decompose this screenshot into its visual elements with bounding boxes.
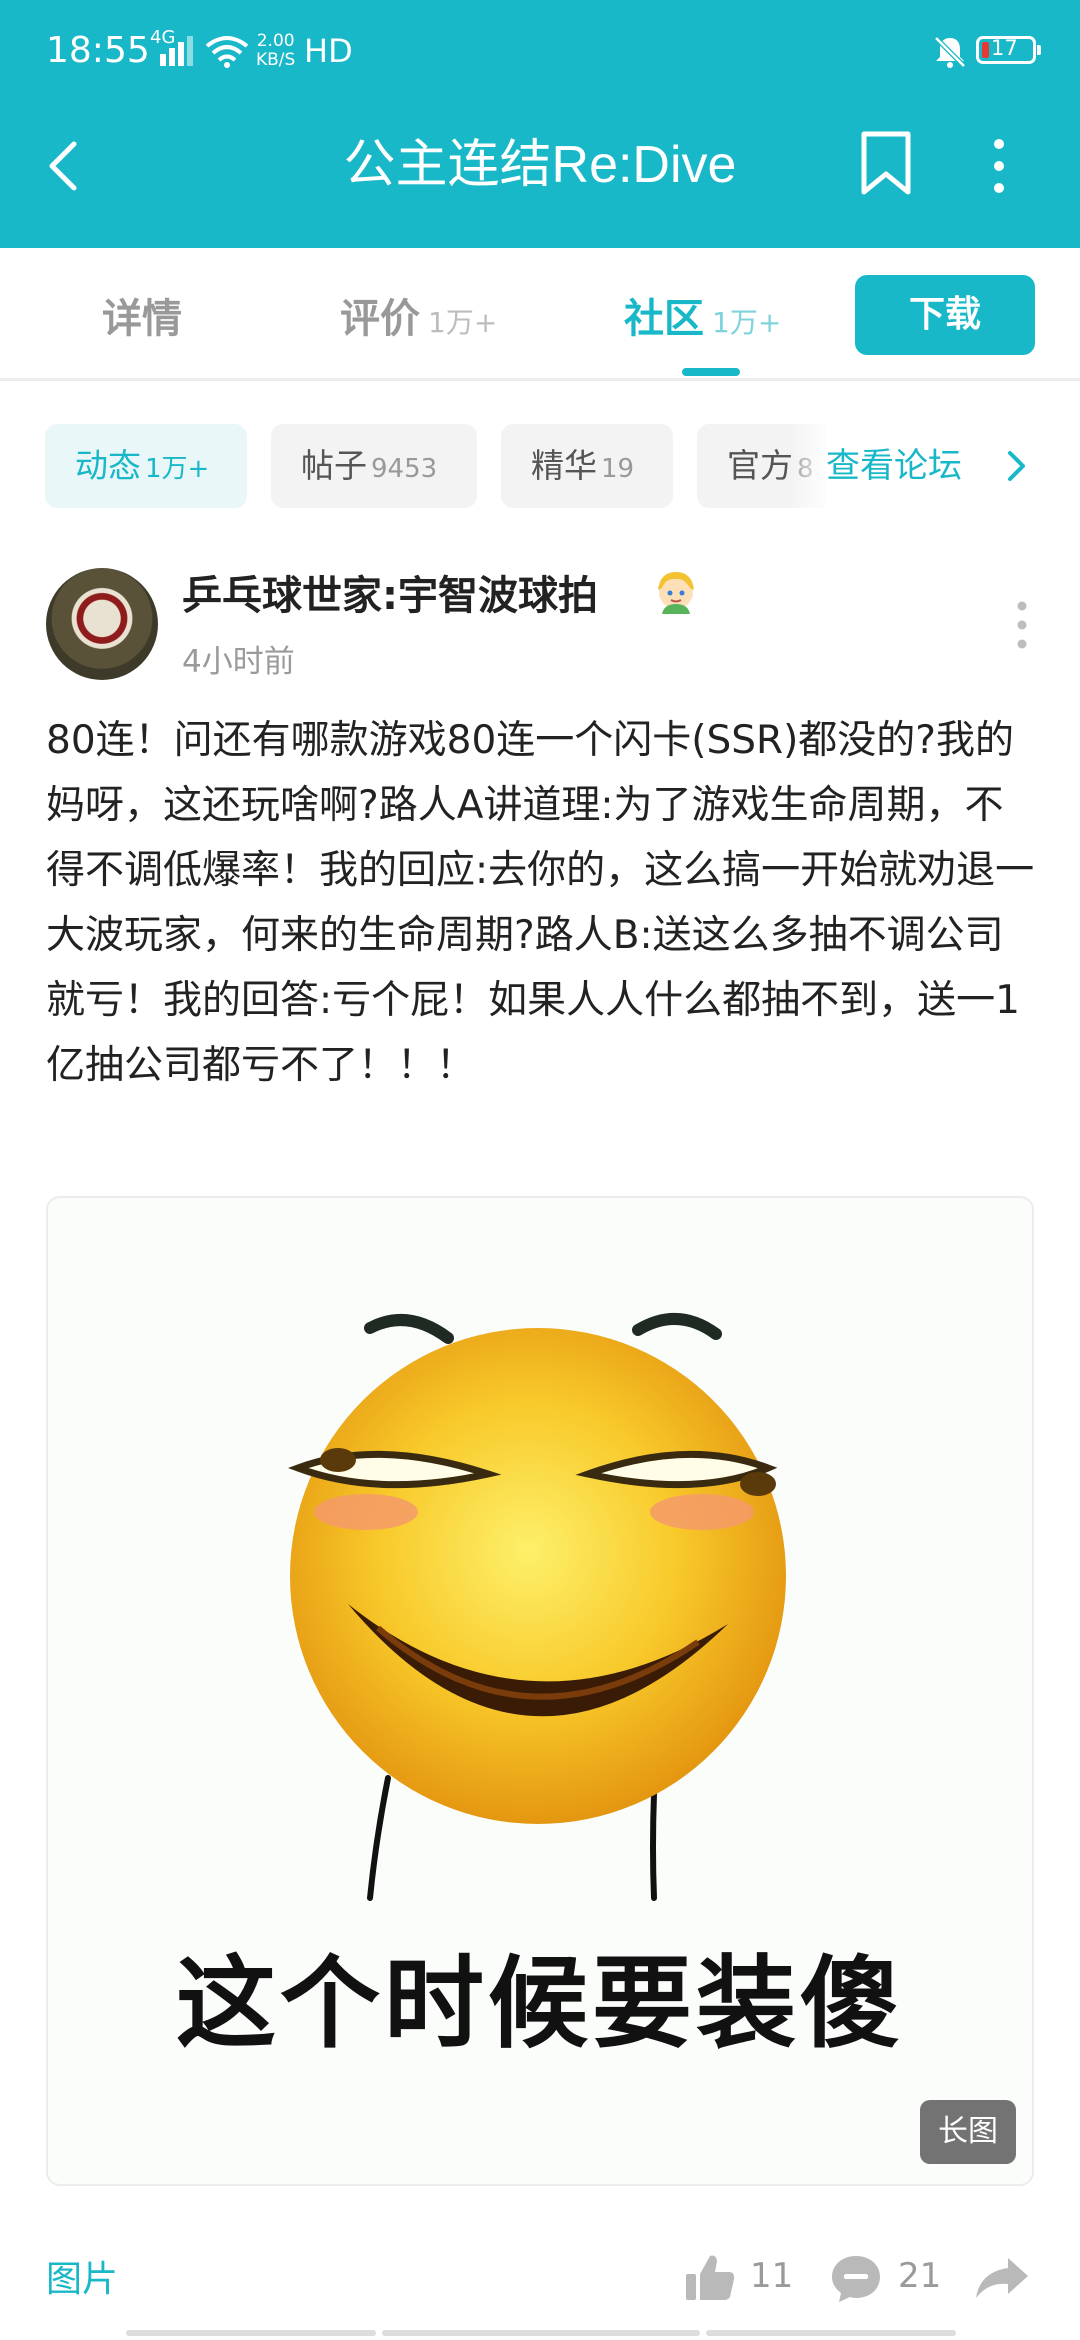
chip-featured-label: 精华 [531,446,597,485]
chip-posts-label: 帖子 [301,446,367,485]
more-vertical-icon[interactable] [986,138,1012,194]
chip-feed[interactable]: 动态 1万+ [45,424,247,508]
bookmark-icon[interactable] [858,130,914,196]
next-post-divider [0,2330,1080,2340]
speed-value: 2.00 [256,31,295,51]
chevron-right-icon [1008,451,1025,481]
battery-icon: 17 [976,36,1041,64]
comment-icon[interactable] [830,2252,882,2304]
tab-community[interactable]: 社区 1万+ [624,286,781,344]
detail-tabs: 详情 评价 1万+ 社区 1万+ 下载 [0,248,1080,381]
chip-posts[interactable]: 帖子 9453 [271,424,477,508]
filter-chips: 动态1万+ 帖子9453 精华19 官方8 查看论坛 [0,424,1080,508]
post-image[interactable]: 这个时候要装傻 长图 [46,1196,1034,2186]
thumbs-up-icon[interactable] [684,2252,736,2304]
header: 18:55 4G 2.00 KB/S HD 17 公主连结Re:Dive [0,0,1080,248]
like-count: 11 [750,2256,794,2296]
hd-indicator: HD [304,32,353,70]
wifi-icon [205,36,249,68]
chip-feed-label: 动态 [75,446,141,485]
tab-reviews-count: 1万+ [428,306,498,339]
bell-muted-icon [934,36,966,68]
status-time: 18:55 [46,30,150,71]
post-more-icon[interactable] [1012,600,1032,650]
chip-scroll-fade [790,424,830,508]
page-title: 公主连结Re:Dive [343,136,737,194]
chip-official-label: 官方 [727,446,793,485]
tab-community-label: 社区 [624,296,704,342]
tab-details-label: 详情 [102,296,182,342]
status-bar: 18:55 4G 2.00 KB/S HD 17 [0,0,1080,100]
share-arrow-icon[interactable] [974,2254,1030,2302]
post-tag[interactable]: 图片 [46,2250,118,2302]
chip-featured-count: 19 [601,454,635,484]
view-forum-label: 查看论坛 [826,446,962,486]
tab-community-count: 1万+ [712,306,782,339]
post-time: 4小时前 [182,644,295,680]
app-bar: 公主连结Re:Dive [0,100,1080,248]
author-name[interactable]: 乒乓球世家:宇智波球拍 [182,563,598,621]
post-content[interactable]: 80连！问还有哪款游戏80连一个闪卡(SSR)都没的?我的妈呀，这还玩啥啊?路人… [46,708,1036,1098]
long-image-badge: 长图 [920,2100,1016,2164]
user-badge-icon [658,572,694,614]
download-button[interactable]: 下载 [855,275,1035,355]
author-avatar[interactable] [46,568,158,680]
chip-feed-count: 1万+ [145,454,210,484]
chip-featured[interactable]: 精华 19 [501,424,673,508]
signal-icon [160,36,193,66]
battery-level: 17 [991,36,1018,60]
network-speed: 2.00 KB/S [256,32,295,70]
speed-unit: KB/S [256,50,296,70]
view-forum-link[interactable]: 查看论坛 [826,424,1080,508]
comment-count: 21 [898,2256,942,2296]
image-caption: 这个时候要装傻 [176,1945,904,2062]
tab-reviews-label: 评价 [340,296,420,342]
tab-reviews[interactable]: 评价 1万+ [340,286,497,344]
active-tab-indicator [682,368,740,376]
chip-posts-count: 9453 [371,454,438,484]
tab-details[interactable]: 详情 [102,286,182,344]
